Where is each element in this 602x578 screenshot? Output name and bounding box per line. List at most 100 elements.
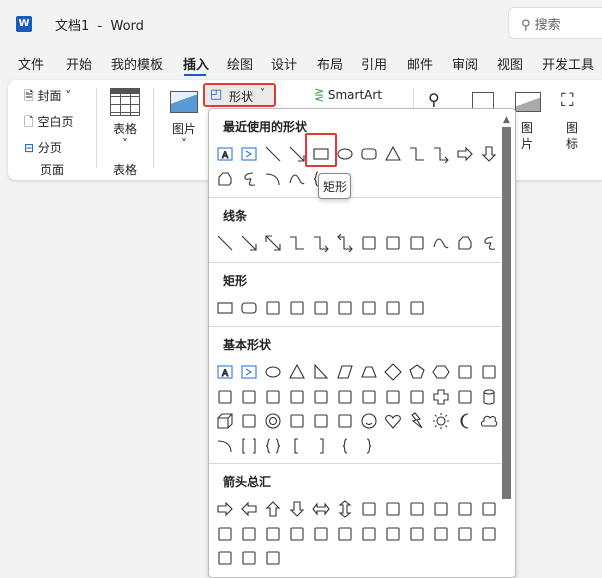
- frame-icon[interactable]: [333, 385, 357, 409]
- bent-up-arrow-icon[interactable]: [477, 497, 501, 521]
- cover-page-button[interactable]: 🗎 封面 ˅: [24, 87, 71, 108]
- scroll-up-arrow-icon[interactable]: ▲: [503, 115, 510, 125]
- right-arrow-icon[interactable]: [213, 497, 237, 521]
- elbow-double-arrow-icon[interactable]: [333, 231, 357, 255]
- diamond-icon[interactable]: [381, 360, 405, 384]
- table-button[interactable]: 表格 ˅: [113, 120, 137, 151]
- round2-rect-icon[interactable]: [381, 296, 405, 320]
- curve-icon[interactable]: [285, 167, 309, 191]
- elbow-connector-icon[interactable]: [285, 231, 309, 255]
- sun-icon[interactable]: [429, 409, 453, 433]
- left-arrow-icon[interactable]: [237, 497, 261, 521]
- round1-rect-icon[interactable]: [357, 296, 381, 320]
- quad-arrow-icon[interactable]: [357, 497, 381, 521]
- circular-arrow-icon[interactable]: [261, 546, 285, 570]
- cube-icon[interactable]: [213, 409, 237, 433]
- textbox-icon[interactable]: A: [213, 142, 237, 166]
- blank-page-button[interactable]: 🗋 空白页: [24, 113, 73, 134]
- curve-connector-icon[interactable]: [357, 231, 381, 255]
- cross-icon[interactable]: [429, 385, 453, 409]
- scrollbar-thumb[interactable]: [502, 127, 511, 499]
- hexagon-icon[interactable]: [429, 360, 453, 384]
- snip-rect-icon[interactable]: [261, 296, 285, 320]
- down-arrow-icon[interactable]: [285, 497, 309, 521]
- down-arrow-icon[interactable]: [477, 142, 501, 166]
- plaque-icon[interactable]: [453, 385, 477, 409]
- teardrop-icon[interactable]: [309, 385, 333, 409]
- snip-round-rect-icon[interactable]: [333, 296, 357, 320]
- left-callout-icon[interactable]: [453, 522, 477, 546]
- up-arrow-icon[interactable]: [261, 497, 285, 521]
- block-arc-icon[interactable]: [309, 409, 333, 433]
- notched-arrow-icon[interactable]: [333, 522, 357, 546]
- left-right-up-arrow-icon[interactable]: [381, 497, 405, 521]
- folded-corner-icon[interactable]: [333, 409, 357, 433]
- triangle-icon[interactable]: [381, 142, 405, 166]
- chevron-icon[interactable]: [381, 522, 405, 546]
- freeform-icon[interactable]: [453, 231, 477, 255]
- rect-icon[interactable]: [213, 296, 237, 320]
- curve-arrow-icon[interactable]: [381, 231, 405, 255]
- brace-pair-icon[interactable]: [261, 434, 285, 458]
- arc-icon[interactable]: [213, 434, 237, 458]
- chord-icon[interactable]: [285, 385, 309, 409]
- u-turn-arrow-icon[interactable]: [429, 497, 453, 521]
- left-brace-icon[interactable]: [333, 434, 357, 458]
- l-shape-icon[interactable]: [381, 385, 405, 409]
- curved-down-arrow-icon[interactable]: [285, 522, 309, 546]
- can-icon[interactable]: [477, 385, 501, 409]
- oval-icon[interactable]: [261, 360, 285, 384]
- no-symbol-icon[interactable]: [285, 409, 309, 433]
- picture-button[interactable]: 图片 ˅: [172, 120, 196, 151]
- line-icon[interactable]: [213, 231, 237, 255]
- rounded-rect-icon[interactable]: [237, 296, 261, 320]
- bent-arrow-icon[interactable]: [405, 497, 429, 521]
- search-box[interactable]: ⚲ 搜索: [508, 7, 602, 39]
- left-bracket-icon[interactable]: [285, 434, 309, 458]
- line-icon[interactable]: [261, 142, 285, 166]
- bracket-pair-icon[interactable]: [237, 434, 261, 458]
- striped-arrow-icon[interactable]: [309, 522, 333, 546]
- curved-left-arrow-icon[interactable]: [237, 522, 261, 546]
- right-callout-icon[interactable]: [405, 522, 429, 546]
- tab-7[interactable]: 引用: [361, 54, 387, 73]
- left-right-arrow-icon[interactable]: [309, 497, 333, 521]
- tab-2[interactable]: 我的模板: [111, 54, 163, 73]
- tab-1[interactable]: 开始: [66, 54, 92, 73]
- page-break-button[interactable]: ⊟ 分页: [24, 139, 62, 156]
- curved-up-arrow-icon[interactable]: [261, 522, 285, 546]
- tab-0[interactable]: 文件: [18, 54, 44, 73]
- tab-11[interactable]: 开发工具: [542, 54, 594, 73]
- diagonal-stripe-icon[interactable]: [405, 385, 429, 409]
- pentagon-icon[interactable]: [405, 360, 429, 384]
- lightning-icon[interactable]: [405, 409, 429, 433]
- screenshot-button[interactable]: 图 片: [521, 120, 533, 152]
- pentagon-arrow-icon[interactable]: [357, 522, 381, 546]
- scribble-icon[interactable]: [477, 231, 501, 255]
- snip-diag-rect-icon[interactable]: [309, 296, 333, 320]
- tab-5[interactable]: 设计: [271, 54, 297, 73]
- tab-6[interactable]: 布局: [317, 54, 343, 73]
- rounded-rect-icon[interactable]: [357, 142, 381, 166]
- tab-10[interactable]: 视图: [497, 54, 523, 73]
- donut-icon[interactable]: [261, 409, 285, 433]
- right-bracket-icon[interactable]: [309, 434, 333, 458]
- dodecagon-icon[interactable]: [237, 385, 261, 409]
- round-diag-rect-icon[interactable]: [405, 296, 429, 320]
- freeform-icon[interactable]: [213, 167, 237, 191]
- left-right-callout-icon[interactable]: [237, 546, 261, 570]
- curve-double-arrow-icon[interactable]: [405, 231, 429, 255]
- shapes-button[interactable]: ◰ 形状 ˅: [203, 83, 276, 107]
- smiley-icon[interactable]: [357, 409, 381, 433]
- vertical-textbox-icon[interactable]: [237, 360, 261, 384]
- moon-icon[interactable]: [453, 409, 477, 433]
- double-arrow-line-icon[interactable]: [261, 231, 285, 255]
- left-up-arrow-icon[interactable]: [453, 497, 477, 521]
- parallelogram-icon[interactable]: [333, 360, 357, 384]
- elbow-arrow-icon[interactable]: [309, 231, 333, 255]
- bevel-icon[interactable]: [237, 409, 261, 433]
- curve-icon[interactable]: [429, 231, 453, 255]
- elbow-connector-icon[interactable]: [405, 142, 429, 166]
- tab-9[interactable]: 审阅: [452, 54, 478, 73]
- tab-8[interactable]: 邮件: [407, 54, 433, 73]
